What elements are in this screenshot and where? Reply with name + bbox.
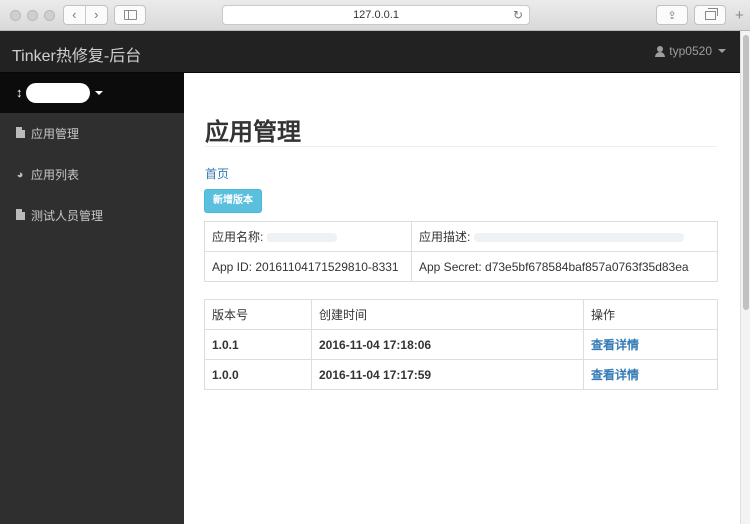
created-time: 2016-11-04 17:17:59 [311, 359, 584, 390]
sidebar-item-app-management[interactable]: 应用管理 [0, 113, 184, 154]
sidebar-item-label: 应用管理 [31, 127, 80, 141]
sidebar-item-label: 测试人员管理 [31, 209, 104, 223]
redacted-app-name [266, 233, 337, 243]
action-cell: 查看详情 [583, 329, 718, 360]
brand-title[interactable]: Tinker热修复-后台 [12, 42, 141, 66]
column-header: 版本号 [204, 299, 312, 330]
divider [205, 146, 717, 147]
sort-icon: ↕ [16, 85, 23, 100]
version-number: 1.0.0 [204, 359, 312, 390]
created-time: 2016-11-04 17:18:06 [311, 329, 584, 360]
table-row: 1.0.1 2016-11-04 17:18:06 查看详情 [204, 329, 718, 360]
browser-toolbar: ‹ › 127.0.0.1 ↻ ⇪ + [0, 0, 750, 31]
show-tabs-button[interactable] [694, 5, 726, 25]
sidebar-item-label: 应用列表 [31, 168, 80, 182]
user-menu[interactable]: typ0520 [655, 44, 726, 58]
forward-icon[interactable]: › [86, 6, 107, 24]
file-icon [14, 208, 26, 223]
app-desc-label: 应用描述: [419, 230, 471, 244]
page-scrollbar[interactable] [740, 31, 750, 524]
app-secret: App Secret: d73e5bf678584baf857a0763f35d… [411, 251, 718, 282]
chevron-down-icon [718, 49, 726, 53]
view-details-link[interactable]: 查看详情 [591, 338, 639, 352]
app-info-table: 应用名称: 应用描述: App ID: 20161104171529810-83… [204, 221, 718, 282]
sidebar-icon [123, 10, 137, 20]
app-name-cell: 应用名称: [204, 221, 412, 252]
share-icon: ⇪ [667, 9, 677, 22]
tabs-icon [704, 7, 718, 20]
file-icon [14, 126, 26, 141]
app-name-label: 应用名称: [212, 230, 264, 244]
view-details-link[interactable]: 查看详情 [591, 368, 639, 382]
sidebar-item-tester-management[interactable]: 测试人员管理 [0, 195, 184, 236]
main-content: 应用管理 首页 新增版本 应用名称: 应用描述: App ID: 2016110… [184, 73, 740, 524]
username: typ0520 [669, 44, 712, 58]
table-row: 应用名称: 应用描述: [204, 221, 718, 252]
table-row: App ID: 20161104171529810-8331 App Secre… [204, 251, 718, 282]
app-switcher[interactable]: ↕ [0, 73, 184, 113]
scrollbar-thumb[interactable] [743, 35, 749, 310]
column-header: 创建时间 [311, 299, 584, 330]
version-number: 1.0.1 [204, 329, 312, 360]
minimize-window-button[interactable] [27, 10, 38, 21]
sidebar: ↕ 应用管理 ◕ 应用列表 测试人员管理 [0, 73, 184, 524]
table-header-row: 版本号 创建时间 操作 [204, 299, 718, 330]
history-nav: ‹ › [63, 5, 108, 25]
top-navbar: Tinker热修复-后台 typ0520 [0, 31, 740, 73]
back-icon[interactable]: ‹ [64, 6, 86, 24]
page-title: 应用管理 [205, 119, 301, 146]
redacted-app-name [26, 83, 90, 103]
versions-table: 版本号 创建时间 操作 1.0.1 2016-11-04 17:18:06 查看… [204, 299, 718, 390]
table-row: 1.0.0 2016-11-04 17:17:59 查看详情 [204, 359, 718, 390]
share-button[interactable]: ⇪ [656, 5, 688, 25]
user-icon [655, 45, 666, 57]
reload-icon[interactable]: ↻ [513, 6, 523, 24]
chevron-down-icon [95, 91, 103, 95]
column-header: 操作 [583, 299, 718, 330]
action-cell: 查看详情 [583, 359, 718, 390]
breadcrumb-home[interactable]: 首页 [205, 165, 229, 182]
sidebar-item-app-list[interactable]: ◕ 应用列表 [0, 154, 184, 195]
url-text: 127.0.0.1 [353, 9, 399, 21]
dashboard-icon: ◕ [16, 168, 24, 181]
zoom-window-button[interactable] [44, 10, 55, 21]
add-version-button[interactable]: 新增版本 [204, 189, 262, 213]
address-bar[interactable]: 127.0.0.1 ↻ [222, 5, 530, 25]
new-tab-icon[interactable]: + [735, 7, 744, 24]
close-window-button[interactable] [10, 10, 21, 21]
sidebar-toggle-button[interactable] [114, 5, 146, 25]
app-desc-cell: 应用描述: [411, 221, 718, 252]
redacted-app-desc [473, 233, 684, 243]
app-id: App ID: 20161104171529810-8331 [204, 251, 412, 282]
